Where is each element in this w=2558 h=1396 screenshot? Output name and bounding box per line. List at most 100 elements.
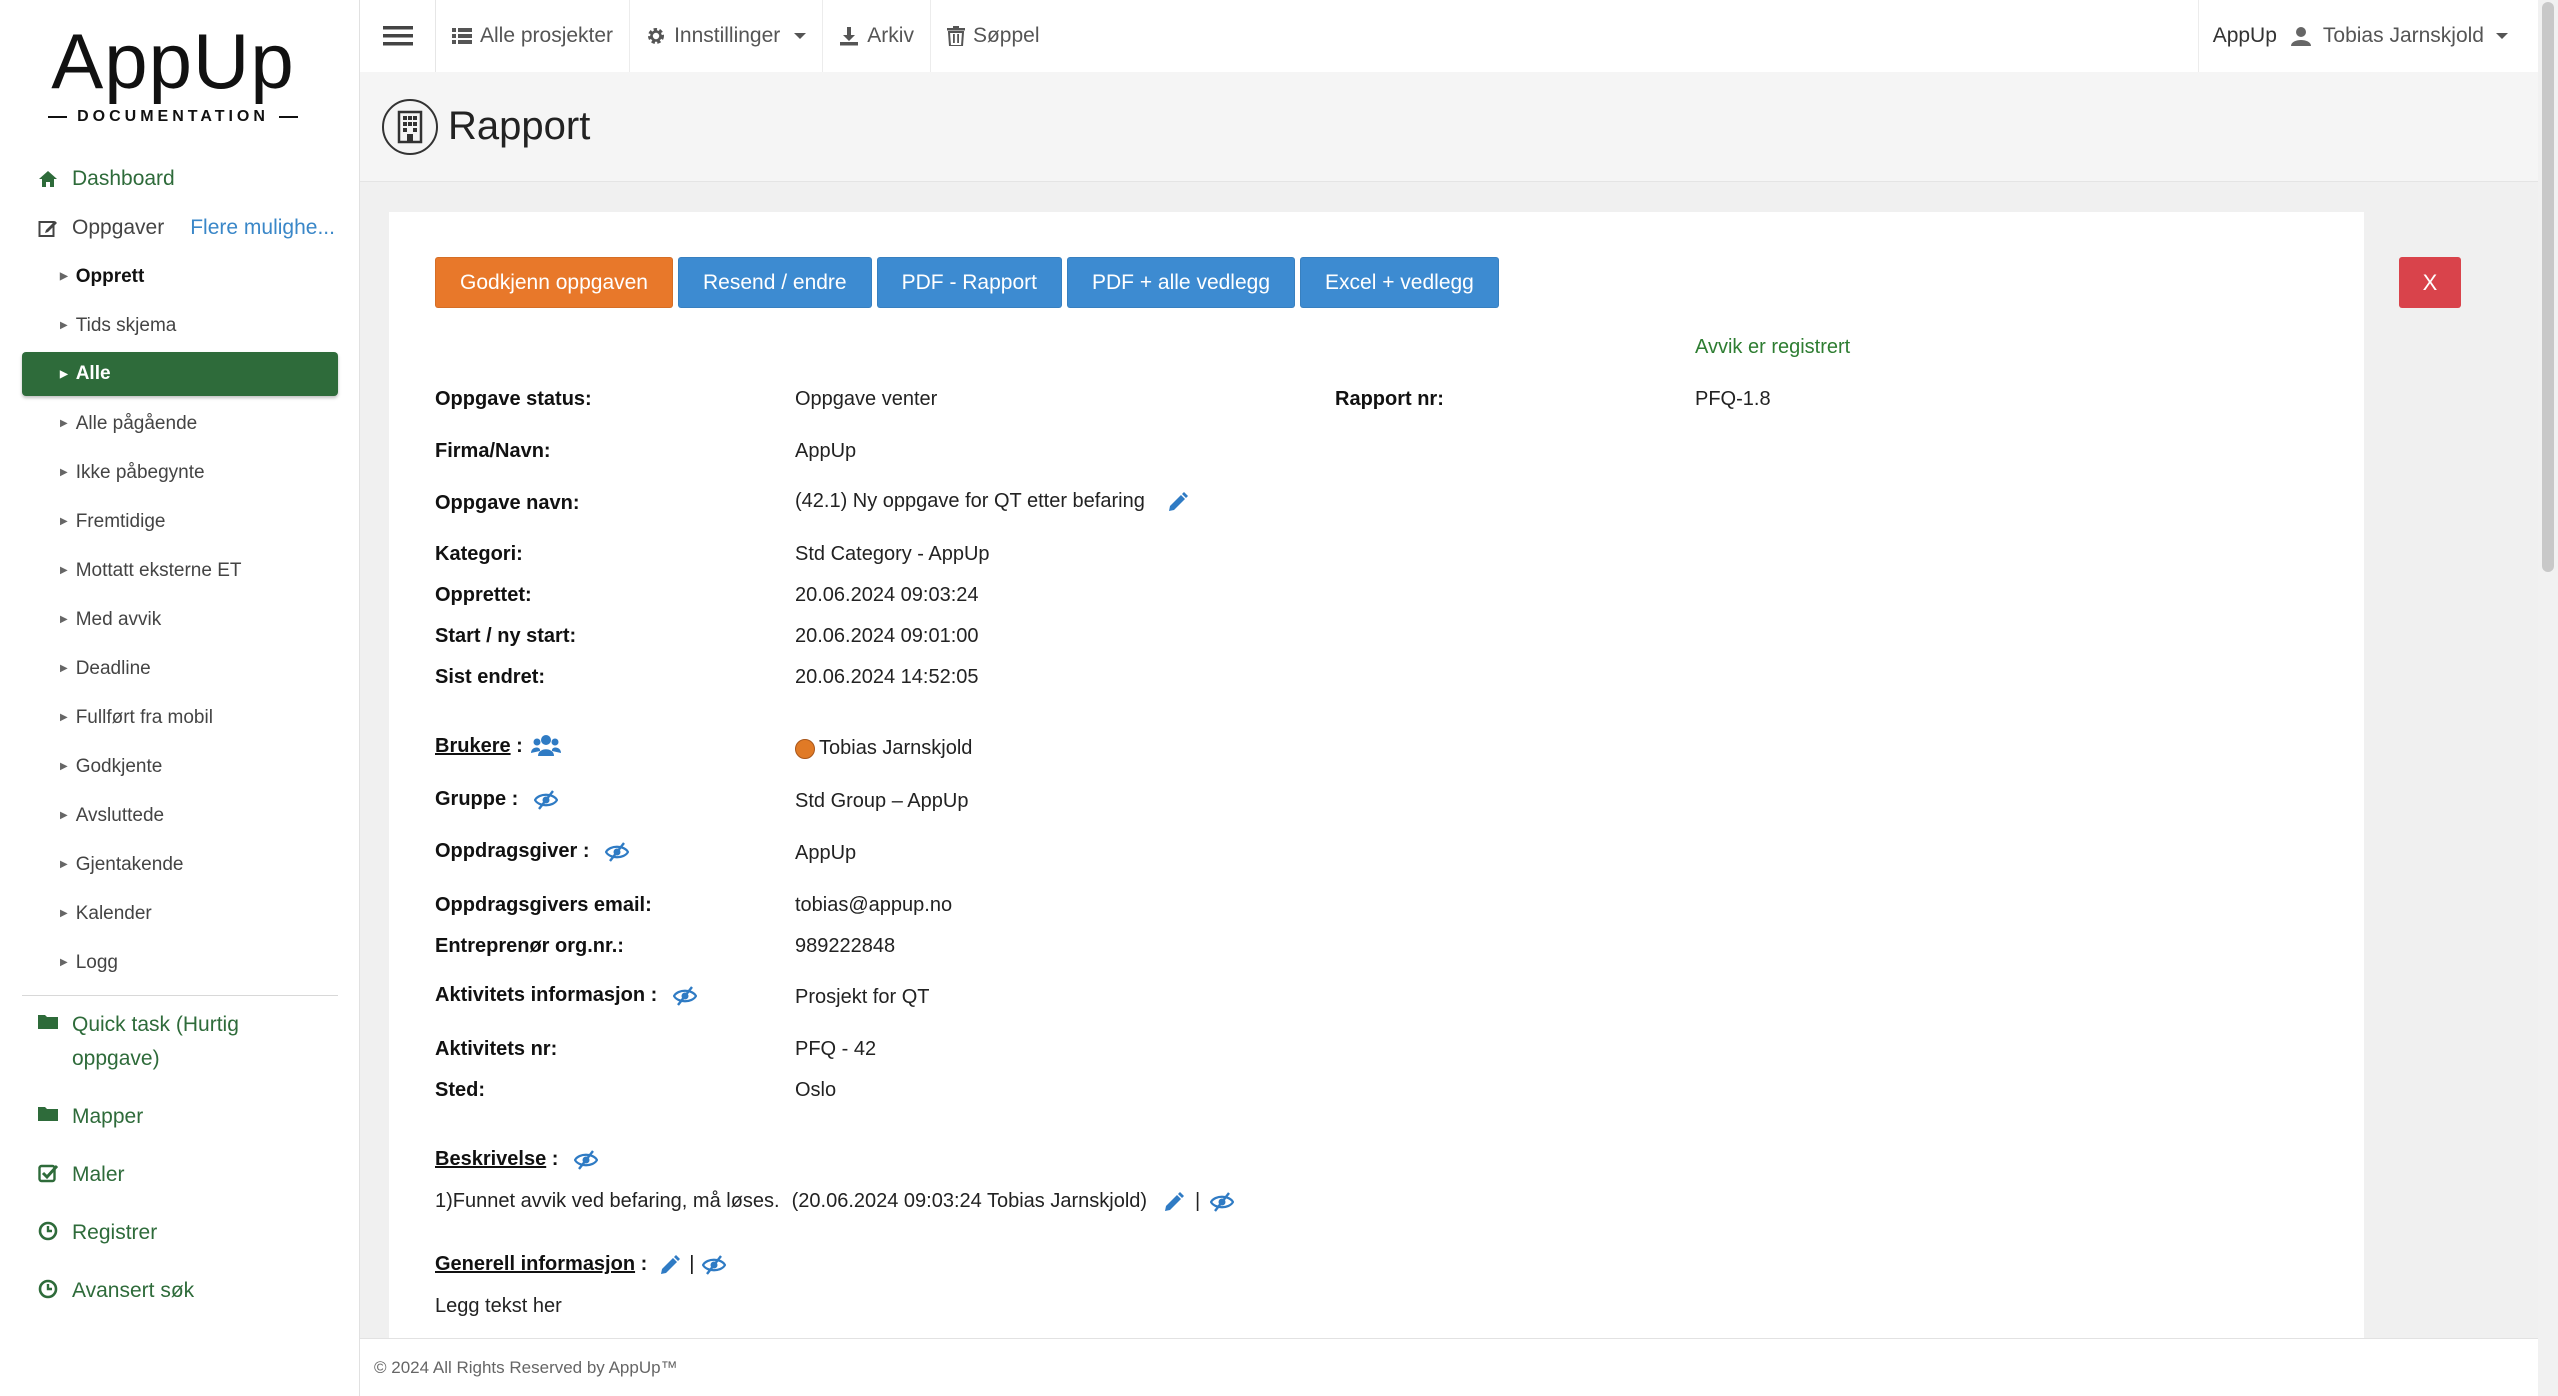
sidebar-sub-logg[interactable]: ▶ Logg [22, 938, 338, 987]
page-scrollbar[interactable] [2538, 0, 2558, 1396]
users-icon[interactable] [530, 734, 561, 758]
last-modified-value: 20.06.2024 14:52:05 [795, 666, 979, 688]
home-icon [36, 170, 60, 188]
nav-label: Innstillinger [674, 24, 781, 47]
sidebar-sub-godkjente[interactable]: ▶ Godkjente [22, 742, 338, 791]
building-icon [382, 98, 438, 155]
sidebar-item-oppgaver[interactable]: Oppgaver Flere mulighe... [22, 203, 338, 252]
user-icon [2290, 26, 2311, 46]
check-square-icon [36, 1163, 60, 1183]
hide-eye-icon[interactable] [534, 789, 559, 810]
footer: © 2024 All Rights Reserved by AppUp™ [360, 1338, 2538, 1396]
sidebar-sub-alle-pagaende[interactable]: ▶ Alle pågående [22, 399, 338, 448]
hamburger-icon [382, 24, 413, 48]
sidebar-sub-med-avvik[interactable]: ▶ Med avvik [22, 595, 338, 644]
client-email-value: tobias@appup.no [795, 894, 953, 916]
sidebar-item-dashboard[interactable]: Dashboard [22, 154, 338, 203]
general-info-label[interactable]: Generell informasjon : | [435, 1253, 727, 1276]
report-number-value: PFQ-1.8 [1695, 388, 1771, 410]
org-number-label: Entreprenør org.nr.: [435, 935, 624, 957]
user-menu[interactable]: AppUp Tobias Jarnskjold [2197, 0, 2538, 72]
client-email-label: Oppdragsgivers email: [435, 894, 652, 916]
excel-attachments-button[interactable]: Excel + vedlegg [1300, 257, 1499, 308]
activity-info-label: Aktivitets informasjon : [435, 984, 698, 1007]
separator: | [1195, 1190, 1201, 1212]
sidebar-item-label: Oppgaver [72, 215, 165, 239]
org-number-value: 989222848 [795, 935, 896, 957]
user-status-dot [795, 738, 815, 759]
sidebar-divider [22, 995, 338, 996]
nav-settings-dropdown[interactable]: Innstillinger [630, 0, 824, 72]
sidebar-item-mapper[interactable]: Mapper [22, 1100, 338, 1134]
description-label[interactable]: Beskrivelse : [435, 1148, 599, 1171]
sidebar-item-quick-task[interactable]: Quick task (Hurtig oppgave) [22, 1008, 338, 1076]
last-modified-label: Sist endret: [435, 666, 546, 688]
hide-eye-icon[interactable] [673, 985, 698, 1006]
close-button[interactable]: X [2399, 257, 2461, 308]
hide-eye-icon[interactable] [605, 841, 630, 862]
nav-trash[interactable]: Søppel [931, 0, 1056, 72]
user-dropdown[interactable]: Tobias Jarnskjold [2290, 24, 2508, 48]
more-options-link[interactable]: Flere mulighe... [190, 216, 335, 240]
menu-toggle-button[interactable] [360, 0, 436, 72]
logo[interactable]: AppUp DOCUMENTATION [48, 18, 298, 126]
app-name: AppUp [2212, 24, 2277, 47]
top-bar: Alle prosjekter Innstillinger Arkiv Søpp… [360, 0, 2538, 72]
company-value: AppUp [795, 440, 857, 462]
user-name: Tobias Jarnskjold [2322, 24, 2484, 47]
clock-icon [36, 1221, 60, 1241]
deviation-registered-link[interactable]: Avvik er registrert [1695, 336, 1850, 359]
sidebar-item-avansert-sok[interactable]: Avansert søk [22, 1274, 338, 1308]
list-icon [452, 27, 472, 45]
report-number-label: Rapport nr: [1335, 388, 1444, 410]
sidebar-item-registrer[interactable]: Registrer [22, 1216, 338, 1250]
client-value: AppUp [795, 842, 857, 864]
sidebar-item-label: Dashboard [72, 166, 175, 190]
sidebar-sub-ikke-pabegynte[interactable]: ▶ Ikke påbegynte [22, 448, 338, 497]
separator: | [689, 1253, 695, 1275]
users-label[interactable]: Brukere : [435, 734, 561, 758]
sidebar-sub-opprett[interactable]: ▶ Opprett [22, 252, 338, 301]
scrollbar-thumb[interactable] [2542, 2, 2554, 572]
sidebar-sub-mottatt[interactable]: ▶ Mottatt eksterne ET [22, 546, 338, 595]
copyright-text: © 2024 All Rights Reserved by AppUp™ [374, 1357, 678, 1377]
status-value: Oppgave venter [795, 388, 938, 410]
sidebar-sub-tids-skjema[interactable]: ▶ Tids skjema [22, 301, 338, 350]
clock-icon [36, 1279, 60, 1299]
sidebar-sub-deadline[interactable]: ▶ Deadline [22, 644, 338, 693]
sidebar-sub-avsluttede[interactable]: ▶ Avsluttede [22, 791, 338, 840]
sidebar-item-label: Quick task (Hurtig oppgave) [72, 1013, 239, 1070]
task-name-row: (42.1) Ny oppgave for QT etter befaring [795, 490, 1189, 513]
pencil-icon[interactable] [1167, 491, 1189, 513]
location-value: Oslo [795, 1079, 837, 1101]
category-value: Std Category - AppUp [795, 543, 990, 565]
sidebar: AppUp DOCUMENTATION Dashboard Oppgaver F… [0, 0, 360, 1396]
activity-info-value: Prosjekt for QT [795, 986, 930, 1008]
hide-eye-icon[interactable] [1210, 1191, 1235, 1212]
folder-icon [36, 1013, 60, 1029]
pdf-all-attachments-button[interactable]: PDF + alle vedlegg [1066, 257, 1296, 308]
location-label: Sted: [435, 1079, 485, 1101]
nav-all-projects[interactable]: Alle prosjekter [436, 0, 631, 72]
sidebar-sub-fullfort[interactable]: ▶ Fullført fra mobil [22, 693, 338, 742]
sidebar-sub-alle[interactable]: ▶ Alle [22, 352, 338, 396]
hide-eye-icon[interactable] [574, 1149, 599, 1170]
approve-task-button[interactable]: Godkjenn oppgaven [435, 257, 673, 308]
activity-number-label: Aktivitets nr: [435, 1038, 558, 1060]
description-meta: (20.06.2024 09:03:24 Tobias Jarnskjold) [791, 1190, 1148, 1212]
nav-archive[interactable]: Arkiv [823, 0, 931, 72]
task-name-label: Oppgave navn: [435, 492, 580, 514]
sidebar-item-label: Maler [72, 1163, 125, 1186]
client-label: Oppdragsgiver : [435, 840, 630, 863]
hide-eye-icon[interactable] [702, 1254, 727, 1275]
resend-edit-button[interactable]: Resend / endre [678, 257, 872, 308]
pencil-icon[interactable] [1163, 1191, 1185, 1213]
status-label: Oppgave status: [435, 388, 592, 410]
edit-icon [36, 218, 60, 238]
pdf-report-button[interactable]: PDF - Rapport [876, 257, 1062, 308]
pencil-icon[interactable] [659, 1254, 681, 1276]
sidebar-sub-gjentakende[interactable]: ▶ Gjentakende [22, 840, 338, 889]
sidebar-sub-kalender[interactable]: ▶ Kalender [22, 889, 338, 938]
sidebar-sub-fremtidige[interactable]: ▶ Fremtidige [22, 497, 338, 546]
sidebar-item-maler[interactable]: Maler [22, 1158, 338, 1192]
